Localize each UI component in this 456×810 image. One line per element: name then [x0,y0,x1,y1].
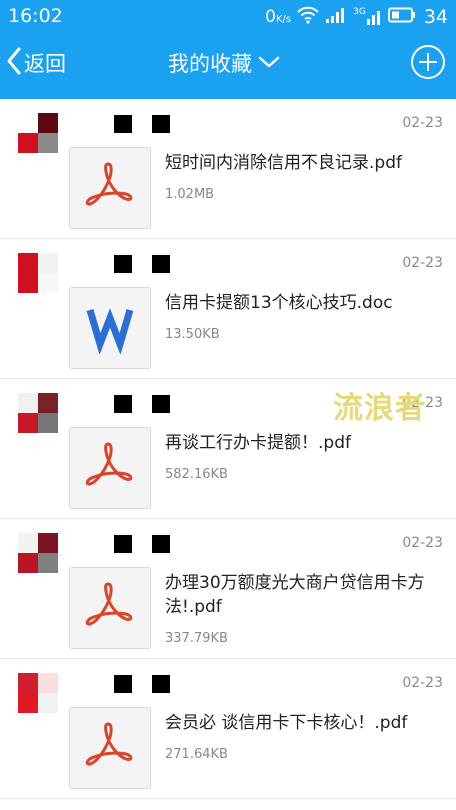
avatar[interactable] [18,533,58,573]
file-size: 337.79KB [165,631,228,646]
pdf-icon [82,718,138,778]
sender-name-redacted [76,253,176,275]
item-date: 02-23 [402,535,443,551]
file-size: 13.50KB [165,327,220,342]
list-item[interactable]: 02-23 短时间内消除信用不良记录.pdf 1.02MB [0,99,456,239]
network-speed: 0K/s [265,7,291,27]
back-label: 返回 [24,52,66,76]
word-icon [82,298,138,358]
add-button[interactable] [410,44,446,80]
file-name[interactable]: 再谈工行办卡提额！.pdf [165,431,435,455]
sender-name-redacted [76,393,176,415]
plus-circle-icon [410,45,446,84]
sender-name-redacted [76,673,176,695]
header: 16:02 0K/s 3G 34 返回 我的收藏 [0,0,456,99]
page-title: 我的收藏 [168,52,252,76]
list-item[interactable]: 02-23 会员必 谈信用卡下卡核心！.pdf 271.64KB [0,659,456,799]
network-speed-value: 0 [265,7,276,27]
battery-icon [387,7,416,28]
file-name[interactable]: 信用卡提额13个核心技巧.doc [165,291,435,315]
file-name[interactable]: 会员必 谈信用卡下卡核心！.pdf [165,711,435,735]
title-dropdown[interactable]: 我的收藏 [168,46,280,80]
favorites-list: 02-23 短时间内消除信用不良记录.pdf 1.02MB 02-23 信用卡提额13个… [0,99,456,799]
pdf-icon [82,438,138,498]
pdf-icon [82,158,138,218]
avatar[interactable] [18,113,58,153]
avatar[interactable] [18,673,58,713]
avatar[interactable] [18,393,58,433]
file-thumbnail[interactable] [69,287,151,369]
file-thumbnail[interactable] [69,707,151,789]
sender-name-redacted [76,533,176,555]
network-type-label: 3G [353,7,366,17]
file-size: 582.16KB [165,467,228,482]
file-thumbnail[interactable] [69,147,151,229]
item-date: 02-23 [402,255,443,271]
network-type-icon: 3G [353,8,382,26]
battery-level: 34 [423,6,448,28]
item-date: 02-23 [402,675,443,691]
chevron-left-icon [6,46,22,80]
status-time: 16:02 [8,5,63,27]
avatar[interactable] [18,253,58,293]
status-icons: 0K/s 3G 34 [265,5,448,29]
list-item[interactable]: 02-23 信用卡提额13个核心技巧.doc 13.50KB [0,239,456,379]
file-thumbnail[interactable] [69,567,151,649]
back-button[interactable]: 返回 [6,46,66,80]
sender-name-redacted [76,113,176,135]
watermark: 流浪者 [333,391,426,426]
file-name[interactable]: 短时间内消除信用不良记录.pdf [165,151,435,175]
file-thumbnail[interactable] [69,427,151,509]
file-name[interactable]: 办理30万额度光大商户贷信用卡方法!.pdf [165,571,435,619]
pdf-icon [82,578,138,638]
network-speed-unit: K/s [275,14,292,25]
list-item[interactable]: 02-23 办理30万额度光大商户贷信用卡方法!.pdf 337.79KB [0,519,456,659]
file-size: 1.02MB [165,187,215,202]
status-bar: 16:02 0K/s 3G 34 [0,0,456,34]
file-size: 271.64KB [165,747,228,762]
item-date: 02-23 [402,115,443,131]
wifi-icon [297,6,319,29]
nav-bar: 返回 我的收藏 [0,34,456,94]
cell-signal-icon [325,6,347,29]
chevron-down-icon [258,54,280,73]
